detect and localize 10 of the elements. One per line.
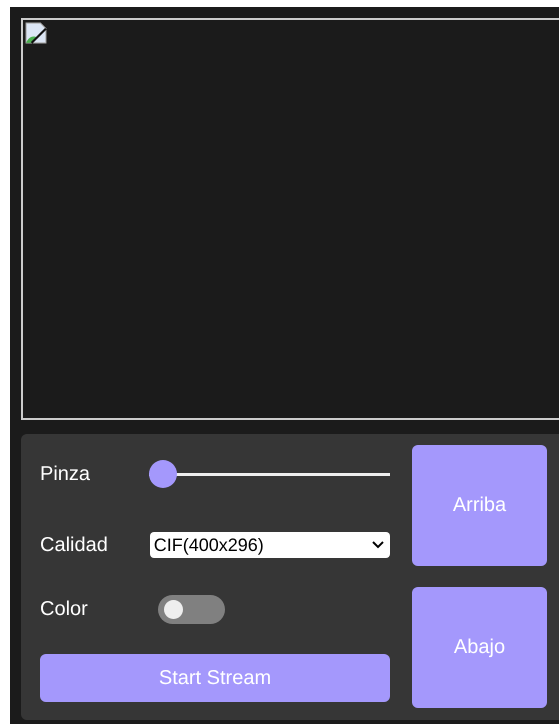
start-stream-button[interactable]: Start Stream (40, 654, 390, 702)
color-label: Color (40, 598, 89, 620)
pinza-slider[interactable] (148, 460, 390, 488)
calidad-label: Calidad (40, 534, 109, 556)
direction-button[interactable]: Abajo (412, 587, 547, 708)
direction-button[interactable]: Arriba (412, 445, 547, 566)
quality-select[interactable]: CIF(400x296) (150, 532, 390, 558)
pinza-label: Pinza (40, 462, 92, 486)
color-toggle[interactable] (158, 594, 225, 624)
chevron-down-icon (372, 541, 384, 549)
